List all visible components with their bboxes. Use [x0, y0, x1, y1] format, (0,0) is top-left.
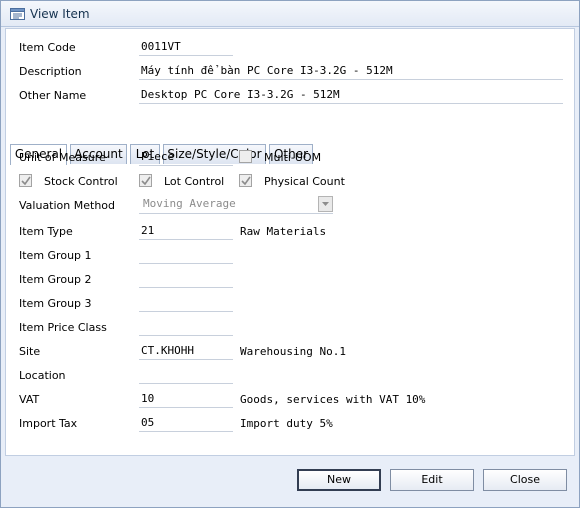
location-label: Location	[19, 369, 66, 382]
vat-label: VAT	[19, 393, 40, 406]
close-button[interactable]: Close	[483, 469, 567, 491]
uom-field[interactable]: Piece	[139, 149, 233, 166]
location-field[interactable]	[139, 367, 233, 384]
item-group-3-label: Item Group 3	[19, 297, 92, 310]
item-group-3-field[interactable]	[139, 295, 233, 312]
valuation-method-value: Moving Average	[143, 197, 236, 210]
item-group-1-label: Item Group 1	[19, 249, 92, 262]
stock-control-label: Stock Control	[44, 175, 118, 188]
import-tax-label: Import Tax	[19, 417, 78, 430]
other-name-field[interactable]: Desktop PC Core I3-3.2G - 512M	[139, 87, 563, 104]
physical-count-checkbox[interactable]	[239, 174, 252, 187]
import-tax-field[interactable]: 05	[139, 415, 233, 432]
import-tax-description: Import duty 5%	[240, 417, 333, 430]
uom-label: Unit of Measure	[19, 151, 106, 164]
item-type-label: Item Type	[19, 225, 73, 238]
other-name-label: Other Name	[19, 89, 87, 102]
multi-uom-checkbox[interactable]	[239, 150, 252, 163]
vat-description: Goods, services with VAT 10%	[240, 393, 426, 406]
item-code-label: Item Code	[19, 41, 76, 54]
item-type-description: Raw Materials	[240, 225, 327, 238]
button-bar: New Edit Close	[1, 457, 579, 507]
chevron-down-icon[interactable]	[318, 196, 333, 212]
site-label: Site	[19, 345, 41, 358]
checkmark-icon	[21, 176, 31, 186]
item-type-field[interactable]: 21	[139, 223, 233, 240]
lot-control-label: Lot Control	[164, 175, 225, 188]
site-field[interactable]: CT.KHOHH	[139, 343, 233, 360]
valuation-method-label: Valuation Method	[19, 199, 116, 212]
multi-uom-label: Multi-UOM	[264, 151, 322, 164]
vat-field[interactable]: 10	[139, 391, 233, 408]
description-label: Description	[19, 65, 82, 78]
physical-count-label: Physical Count	[264, 175, 345, 188]
checkmark-icon	[241, 176, 251, 186]
window-title: View Item	[30, 7, 90, 21]
site-description: Warehousing No.1	[240, 345, 346, 358]
item-price-class-label: Item Price Class	[19, 321, 107, 334]
item-code-field[interactable]: 0011VT	[139, 39, 233, 56]
title-bar: View Item	[1, 1, 579, 27]
new-button[interactable]: New	[297, 469, 381, 491]
checkmark-icon	[141, 176, 151, 186]
lot-control-checkbox[interactable]	[139, 174, 152, 187]
description-field[interactable]: Máy tính để bàn PC Core I3-3.2G - 512M	[139, 63, 563, 80]
view-item-window: View Item Item Code 0011VT Description M…	[0, 0, 580, 508]
item-price-class-field[interactable]	[139, 319, 233, 336]
form-content: Item Code 0011VT Description Máy tính để…	[5, 28, 575, 456]
valuation-method-select[interactable]: Moving Average	[139, 196, 333, 214]
edit-button[interactable]: Edit	[390, 469, 474, 491]
item-group-2-label: Item Group 2	[19, 273, 92, 286]
view-item-icon	[10, 7, 25, 20]
stock-control-checkbox[interactable]	[19, 174, 32, 187]
item-group-1-field[interactable]	[139, 247, 233, 264]
item-group-2-field[interactable]	[139, 271, 233, 288]
